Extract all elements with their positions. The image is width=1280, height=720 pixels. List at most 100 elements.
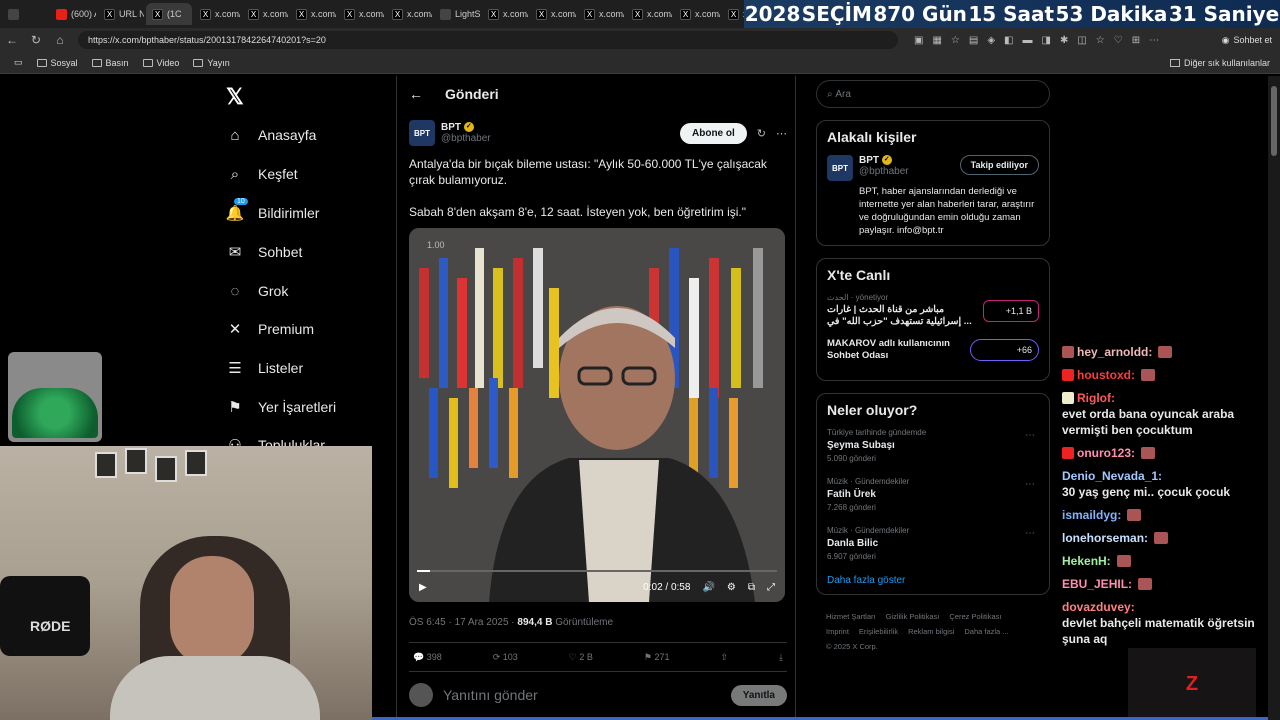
pip-icon[interactable]: ⧉ xyxy=(748,582,755,593)
nav-item-notifications[interactable]: 🔔 Bildirimler 10 xyxy=(226,198,319,222)
extension-icon[interactable]: ◈ xyxy=(987,35,995,46)
footer-link[interactable]: Daha fazla ... xyxy=(964,627,1008,636)
nav-item-premium[interactable]: ✕ Premium xyxy=(226,320,314,338)
play-icon[interactable]: ▶ xyxy=(419,582,427,593)
search-input[interactable]: ⌕ Ara xyxy=(816,80,1050,108)
sidebar-toggle-icon[interactable]: ▭ xyxy=(14,57,23,68)
volume-icon[interactable]: 🔊 xyxy=(702,582,714,593)
x-logo-icon[interactable]: 𝕏 xyxy=(226,84,244,110)
grok-icon: ◌ xyxy=(230,282,240,300)
bookmark-count: 271 xyxy=(654,651,670,662)
reply-input[interactable]: Yanıtını gönder xyxy=(443,687,538,703)
star-icon[interactable]: ☆ xyxy=(951,35,960,46)
nav-item-grok[interactable]: ◌ Grok xyxy=(226,282,289,300)
browser-tab[interactable] xyxy=(2,3,48,25)
browser-tab[interactable]: Xx.com/ xyxy=(482,3,528,25)
author-handle[interactable]: @bpthaber xyxy=(441,133,491,144)
back-arrow-icon[interactable]: ← xyxy=(409,86,423,102)
split-icon[interactable]: ◫ xyxy=(1077,35,1086,46)
browser-tab[interactable]: Xx.com/ xyxy=(386,3,432,25)
extension-icon[interactable]: ▣ xyxy=(914,35,923,46)
repost-action[interactable]: ⟳ 103 xyxy=(493,652,518,663)
post-timestamp[interactable]: ÖS 6:45 · 17 Ara 2025 · xyxy=(409,617,517,628)
download-icon[interactable]: ⤓ xyxy=(779,652,783,663)
fullscreen-icon[interactable]: ⤢ xyxy=(767,582,775,593)
browser-tab[interactable]: Xx.com/ xyxy=(338,3,384,25)
url-field[interactable]: https://x.com/bpthaber/status/2001317842… xyxy=(78,31,898,49)
video-player[interactable]: 1.00 ▶ 0:02 / 0:58 🔊 ⚙ ⧉ ⤢ xyxy=(409,228,785,602)
live-item[interactable]: MAKAROV adlı kullanıcının Sohbet Odası +… xyxy=(827,338,1039,362)
nav-item-bookmarks[interactable]: ⚑ Yer İşaretleri xyxy=(226,398,336,416)
browser-tab[interactable]: Xx.com/ xyxy=(194,3,240,25)
nav-item-chat[interactable]: ✉ Sohbet xyxy=(226,243,303,261)
more-options-icon[interactable]: ⋯ xyxy=(776,127,787,140)
more-options-icon[interactable]: ⋯ xyxy=(1025,528,1035,539)
reply-button[interactable]: Yanıtla xyxy=(730,684,787,706)
footer-link[interactable]: Imprint xyxy=(826,627,849,636)
browser-tab[interactable]: Xx.com/ xyxy=(290,3,336,25)
like-action[interactable]: ♡ 2 B xyxy=(569,652,593,663)
scrollbar-thumb[interactable] xyxy=(1271,86,1277,156)
footer-link[interactable]: Erişilebilirlik xyxy=(859,627,898,636)
puzzle-icon[interactable]: ✱ xyxy=(1060,35,1068,46)
bookmark-folder[interactable]: Video xyxy=(142,58,179,68)
collections-icon[interactable]: ♡ xyxy=(1114,35,1123,46)
author-name[interactable]: BPT xyxy=(441,122,461,133)
subscribe-button[interactable]: Abone ol xyxy=(680,122,747,144)
copilot-button[interactable]: ◉ Sohbet et xyxy=(1222,35,1272,46)
bookmark-folder[interactable]: Sosyal xyxy=(36,58,78,68)
extension-icon[interactable]: ▤ xyxy=(969,35,978,46)
other-bookmarks[interactable]: Diğer sık kullanılanlar xyxy=(1169,58,1270,68)
footer-link[interactable]: Çerez Politikası xyxy=(949,612,1001,621)
footer-link[interactable]: Reklam bilgisi xyxy=(908,627,954,636)
more-options-icon[interactable]: ⋯ xyxy=(1025,430,1035,441)
related-handle[interactable]: @bpthaber xyxy=(859,166,909,177)
browser-tab[interactable]: X URL N xyxy=(98,3,144,25)
scrollbar[interactable] xyxy=(1268,76,1280,720)
live-item[interactable]: الحدث · yönetiyor مباشر من قناة الحدث | … xyxy=(827,293,1039,328)
trend-item[interactable]: Müzik · Gündemdekiler Danla Bilic 6.907 gö… xyxy=(827,526,1039,561)
nav-item-lists[interactable]: ☰ Listeler xyxy=(226,359,303,377)
bookmark-folder[interactable]: Yayın xyxy=(193,58,230,68)
refresh-icon[interactable]: ↻ xyxy=(24,33,48,47)
bpt-avatar[interactable]: BPT xyxy=(827,155,853,181)
reply-action[interactable]: 💬 398 xyxy=(413,652,442,663)
following-button[interactable]: Takip ediliyor xyxy=(959,155,1039,175)
trend-item[interactable]: Müzik · Gündemdekiler Fatih Ürek 7.268 gön… xyxy=(827,477,1039,512)
grok-icon[interactable]: ↻ xyxy=(757,127,766,140)
chat-message: ismaildyg: xyxy=(1062,507,1268,523)
nav-item-home[interactable]: ⌂ Anasayfa xyxy=(226,126,316,144)
more-options-icon[interactable]: ⋯ xyxy=(1025,479,1035,490)
chat-text: devlet bahçeli matematik öğretsin şuna a… xyxy=(1062,616,1255,646)
browser-tab[interactable]: Xx.com/ xyxy=(674,3,720,25)
extension-icon[interactable]: ▬ xyxy=(1022,35,1032,46)
bookmark-folder[interactable]: Basın xyxy=(91,58,129,68)
share-icon[interactable]: ⇧ xyxy=(720,652,728,663)
home-icon: ⌂ xyxy=(230,126,240,144)
browser-tab[interactable]: Xx.com/ xyxy=(578,3,624,25)
browser-tab[interactable]: Xx.com/ xyxy=(242,3,288,25)
footer-link[interactable]: Hizmet Şartları xyxy=(826,612,876,621)
footer-link[interactable]: Gizlilik Politikası xyxy=(886,612,940,621)
browser-tab[interactable]: Xx.com/ xyxy=(626,3,672,25)
extension-icon[interactable]: ◧ xyxy=(1004,35,1013,46)
settings-icon[interactable]: ⚙ xyxy=(727,582,736,593)
trend-item[interactable]: Türkiye tarihinde gündemde Şeyma Subaşı 5.… xyxy=(827,428,1039,463)
nav-item-explore[interactable]: ⌕ Keşfet xyxy=(226,165,298,183)
more-icon[interactable]: ⋯ xyxy=(1149,35,1159,46)
extension-icon[interactable]: ◨ xyxy=(1041,35,1050,46)
show-more-link[interactable]: Daha fazla göster xyxy=(827,575,1039,586)
browser-tab[interactable]: (600) A xyxy=(50,3,96,25)
browser-tab[interactable]: Xx.com/ xyxy=(530,3,576,25)
extension-icon[interactable]: ▦ xyxy=(932,35,941,46)
browser-tab[interactable]: LightS xyxy=(434,3,480,25)
favorites-icon[interactable]: ☆ xyxy=(1096,35,1105,46)
home-icon[interactable]: ⌂ xyxy=(48,33,72,47)
extension-icon[interactable]: ⊞ xyxy=(1132,35,1140,46)
bpt-avatar[interactable]: BPT xyxy=(409,120,435,146)
trend-category: Türkiye tarihinde gündemde xyxy=(827,428,927,437)
browser-tab[interactable]: X (1C xyxy=(146,3,192,25)
bookmark-action[interactable]: ⚑ 271 xyxy=(644,652,670,663)
back-icon[interactable]: ← xyxy=(0,33,24,47)
related-name[interactable]: BPT xyxy=(859,155,879,166)
